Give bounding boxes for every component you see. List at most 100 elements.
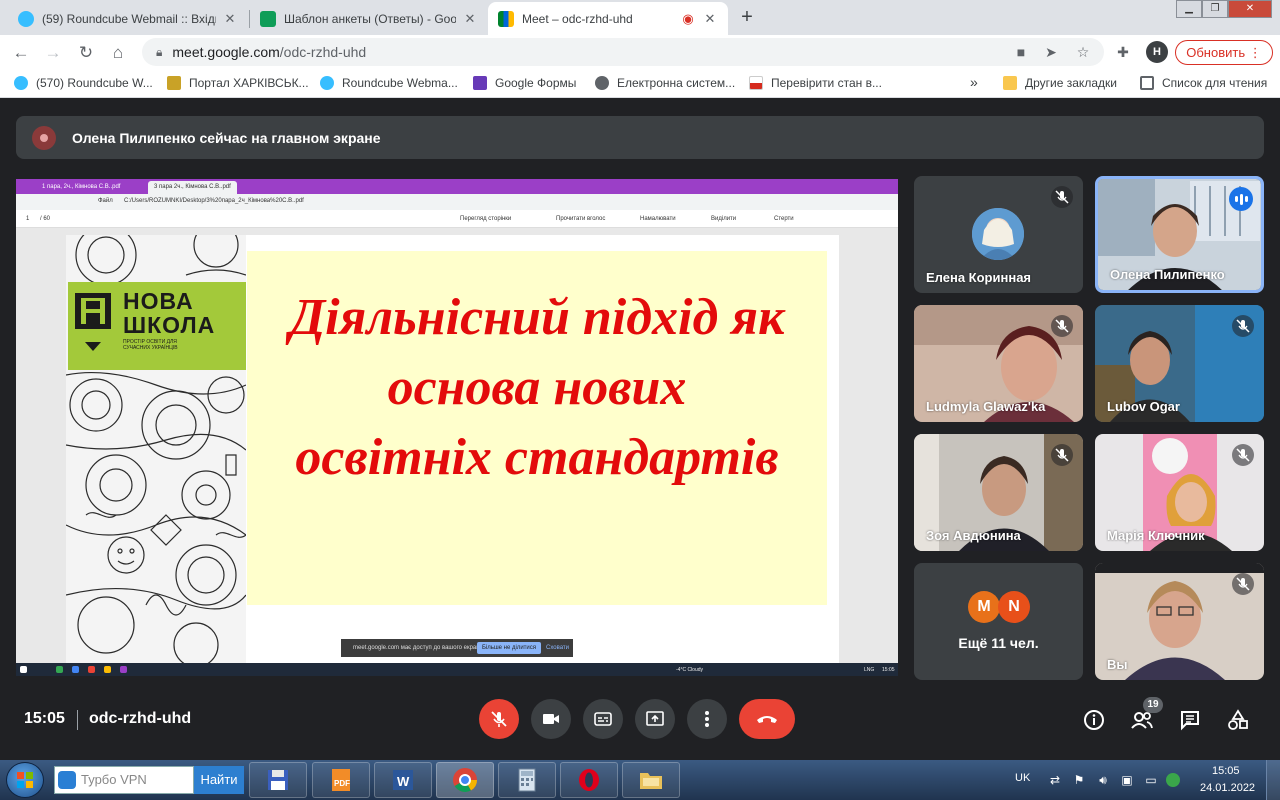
present-screen-button[interactable] <box>635 699 675 739</box>
close-tab-icon[interactable]: ✕ <box>222 11 238 27</box>
share-icon[interactable]: ➤ <box>1042 44 1060 62</box>
address-bar[interactable]: 🔒︎ meet.google.com/odc-rzhd-uhd <box>142 38 1104 66</box>
reading-list-button[interactable]: Список для чтения <box>1140 76 1267 90</box>
participant-name: Елена Коринная <box>926 270 1032 285</box>
participant-tile[interactable]: Зоя Авдюнина <box>914 434 1083 551</box>
extensions-icon[interactable]: ✚ <box>1114 44 1132 62</box>
browser-tabstrip: (59) Roundcube Webmail :: Вхідн ✕ Шаблон… <box>0 0 1280 35</box>
tray-app-icon[interactable]: ▣ <box>1120 773 1134 787</box>
mic-toggle-button[interactable] <box>479 699 519 739</box>
slide-title-line: основа нових <box>387 359 687 416</box>
call-end-icon <box>757 716 777 723</box>
show-desktop-button[interactable] <box>1266 760 1280 800</box>
flag-icon <box>749 76 763 90</box>
profile-avatar[interactable]: H <box>1146 41 1168 63</box>
participant-tile[interactable]: Елена Коринная <box>914 176 1083 293</box>
google-sheets-icon <box>260 10 276 27</box>
other-bookmarks-label: Другие закладки <box>1025 76 1117 90</box>
chrome-icon <box>453 768 477 793</box>
bookmark-item[interactable]: Портал ХАРКІВСЬК... <box>167 76 309 90</box>
bookmark-item[interactable]: Google Формы <box>473 76 576 90</box>
meet-page: Олена Пилипенко сейчас на главном экране… <box>0 98 1280 760</box>
participant-tile[interactable]: Марія Ключник <box>1095 434 1264 551</box>
taskbar-app-chrome[interactable] <box>436 762 494 798</box>
chat-button[interactable] <box>1170 700 1210 740</box>
shared-pdf-tab: 3 пара 2ч., Кімнова С.В..pdf <box>148 181 237 194</box>
speaking-indicator-icon <box>1229 187 1253 211</box>
taskbar-app-pdf[interactable]: PDF <box>312 762 370 798</box>
taskbar-app-explorer[interactable] <box>622 762 680 798</box>
meeting-details-button[interactable] <box>1074 700 1114 740</box>
logo-line1: НОВА <box>123 288 194 314</box>
app-icon <box>56 666 63 673</box>
info-icon <box>1084 710 1104 730</box>
start-button[interactable] <box>6 762 44 798</box>
more-participants-tile[interactable]: M N Ещё 11 чел. <box>914 563 1083 680</box>
vpn-search-button[interactable]: Найти <box>194 766 244 794</box>
pdf-tool: Намалювати <box>640 216 676 222</box>
maximize-button[interactable]: ❐ <box>1202 0 1228 18</box>
taskbar-app-word[interactable]: W <box>374 762 432 798</box>
vpn-tray-icon[interactable] <box>1166 773 1180 787</box>
meeting-control-bar: 15:05 odc-rzhd-uhd 19 <box>0 690 1280 760</box>
bookmark-item[interactable]: Електронна систем... <box>595 76 735 90</box>
participant-tile[interactable]: Ludmyla Glawaz'ka <box>914 305 1083 422</box>
presenter-banner: Олена Пилипенко сейчас на главном экране <box>16 116 1264 159</box>
volume-icon[interactable]: 🔊︎ <box>1096 773 1110 787</box>
participant-tile[interactable]: Lubov Ogar <box>1095 305 1264 422</box>
captions-icon <box>594 712 612 726</box>
reload-icon[interactable]: ↻ <box>75 42 97 64</box>
taskbar-app-calculator[interactable] <box>498 762 556 798</box>
close-window-button[interactable]: ✕ <box>1228 0 1272 18</box>
presenter-avatar <box>32 125 56 150</box>
tab-roundcube[interactable]: (59) Roundcube Webmail :: Вхідн ✕ <box>8 2 248 35</box>
taskbar-app-opera[interactable] <box>560 762 618 798</box>
bookmark-label: Перевірити стан в... <box>771 76 882 90</box>
bookmark-item[interactable]: Roundcube Webma... <box>320 76 458 90</box>
activities-button[interactable] <box>1218 700 1258 740</box>
bookmark-star-icon[interactable]: ☆ <box>1074 44 1092 62</box>
battery-icon[interactable]: ▭ <box>1144 773 1158 787</box>
taskbar-app-save[interactable] <box>249 762 307 798</box>
bookmark-item[interactable]: Перевірити стан в... <box>749 76 882 90</box>
close-tab-icon[interactable]: ✕ <box>702 11 718 27</box>
tab-title: (59) Roundcube Webmail :: Вхідн <box>42 11 216 26</box>
participant-tile[interactable]: Олена Пилипенко <box>1095 176 1264 293</box>
keyboard-language[interactable]: UK <box>1015 772 1030 784</box>
clock-date[interactable]: 24.01.2022 <box>1200 782 1255 794</box>
slide-title-line: освітніх стандартів <box>295 429 779 486</box>
logo-text: НОВА ШКОЛА <box>123 289 215 337</box>
flag-icon[interactable]: ⚑ <box>1072 773 1086 787</box>
home-icon[interactable]: ⌂ <box>107 42 129 64</box>
captions-button[interactable] <box>583 699 623 739</box>
minimize-button[interactable]: ▁ <box>1176 0 1202 18</box>
tab-google-form[interactable]: Шаблон анкеты (Ответы) - Goog ✕ <box>250 2 488 35</box>
leave-call-button[interactable] <box>739 699 795 739</box>
bookmarks-overflow-button[interactable]: » <box>970 74 978 90</box>
self-view-tile[interactable]: Вы <box>1095 563 1264 680</box>
new-tab-button[interactable]: + <box>734 6 760 30</box>
shared-screen[interactable]: 1 пара, 2ч., Кімнова С.В..pdf 3 пара 2ч.… <box>16 179 898 676</box>
pdf-tool: Перегляд сторінки <box>460 216 512 222</box>
more-vert-icon <box>705 711 709 727</box>
clock-time[interactable]: 15:05 <box>1212 765 1240 777</box>
recording-icon: ◉ <box>682 10 694 26</box>
tab-meet[interactable]: Meet – odc-rzhd-uhd ◉ ✕ <box>488 2 728 35</box>
lock-icon[interactable]: 🔒︎ <box>156 45 162 60</box>
mic-off-icon <box>1051 186 1073 208</box>
forward-icon[interactable]: → <box>42 42 64 64</box>
network-icon[interactable]: ⇄ <box>1048 773 1062 787</box>
presentation-slide: НОВА ШКОЛА ПРОСТІР ОСВІТИ ДЛЯ СУЧАСНИХ У… <box>66 235 839 663</box>
update-button[interactable]: Обновить ⋮ <box>1175 40 1273 65</box>
more-options-button[interactable] <box>687 699 727 739</box>
other-bookmarks-folder[interactable]: Другие закладки <box>1003 76 1117 90</box>
camera-icon[interactable]: ■ <box>1012 44 1030 62</box>
meeting-time: 15:05 <box>24 710 65 727</box>
shared-time: 15:05 <box>882 667 895 673</box>
back-icon[interactable]: ← <box>10 42 32 64</box>
participant-name: Марія Ключник <box>1107 528 1205 543</box>
bookmark-item[interactable]: (570) Roundcube W... <box>14 76 153 90</box>
close-tab-icon[interactable]: ✕ <box>462 11 478 27</box>
camera-toggle-button[interactable] <box>531 699 571 739</box>
mic-off-icon <box>1232 573 1254 595</box>
